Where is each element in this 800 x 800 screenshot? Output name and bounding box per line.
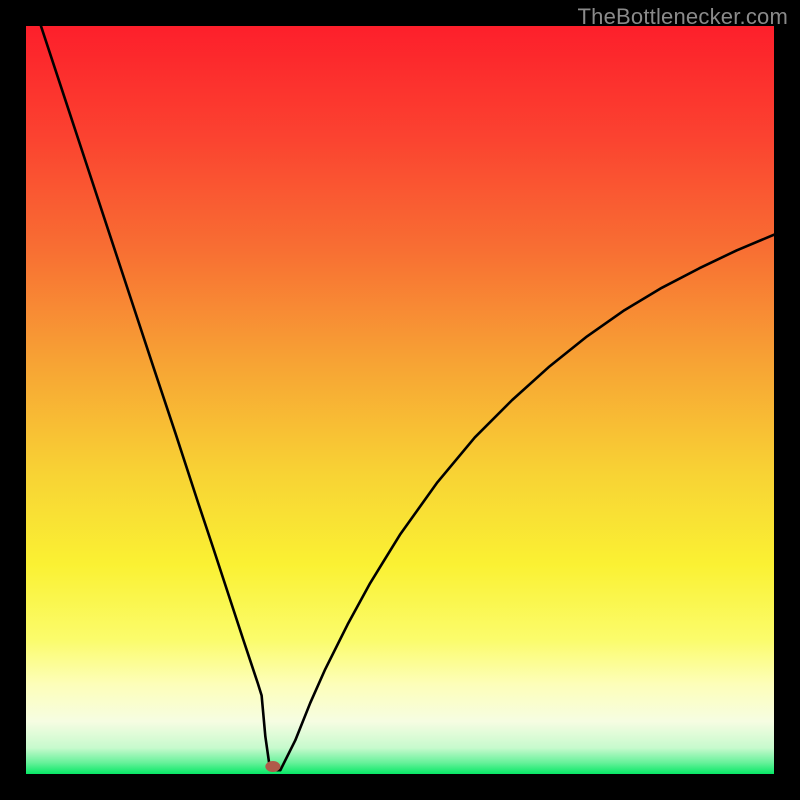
optimal-marker <box>265 761 280 772</box>
gradient-background <box>26 26 774 774</box>
chart-frame: TheBottlenecker.com <box>0 0 800 800</box>
plot-area <box>26 26 774 774</box>
bottleneck-chart <box>26 26 774 774</box>
